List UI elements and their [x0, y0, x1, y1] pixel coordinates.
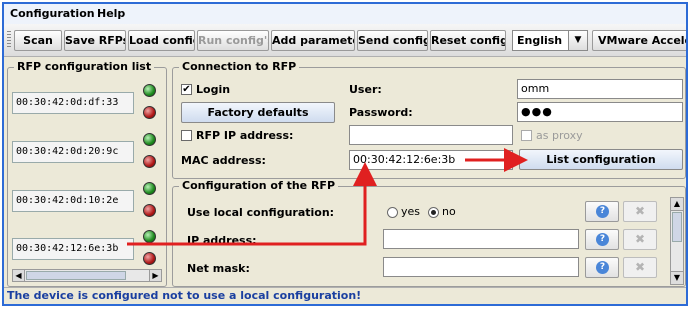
rfp-mac[interactable]: 00:30:42:0d:10:2e [12, 190, 134, 212]
toolbar-grip[interactable] [7, 31, 11, 49]
rfp-list-item[interactable]: 00:30:42:0d:10:2e [12, 178, 162, 224]
rfp-ip-checkbox[interactable] [181, 130, 192, 141]
rfp-list-item[interactable]: 00:30:42:0d:df:33 [12, 80, 162, 126]
rfp-list-horizontal-scrollbar[interactable]: ◀ ▶ [12, 269, 162, 282]
factory-defaults-button[interactable]: Factory defaults [181, 102, 335, 123]
ip-address-field[interactable] [383, 229, 579, 249]
help-button[interactable]: ? [585, 257, 619, 278]
delete-x-icon: ✖ [634, 204, 646, 218]
green-led-icon [143, 182, 156, 195]
user-field[interactable]: omm [517, 79, 683, 99]
red-led-icon [143, 106, 156, 119]
delete-x-icon: ✖ [634, 232, 646, 246]
as-proxy-checkbox[interactable] [521, 130, 532, 141]
language-select[interactable]: English ▼ [512, 30, 588, 51]
vmware-accelerate-button[interactable]: VMware Accelerate [592, 30, 686, 51]
green-led-icon [143, 84, 156, 97]
mac-address-label: MAC address: [181, 154, 266, 167]
question-icon: ? [596, 261, 609, 274]
user-label: User: [349, 83, 382, 96]
green-led-icon [143, 133, 156, 146]
menu-configuration[interactable]: Configuration [10, 7, 95, 20]
scrollbar-thumb[interactable] [26, 271, 126, 280]
rfp-config-title: Configuration of the RFP [179, 179, 339, 193]
list-configuration-button[interactable]: List configuration [519, 149, 683, 170]
no-label: no [442, 205, 456, 218]
local-config-yes-radio[interactable] [387, 207, 398, 218]
reset-config-button[interactable]: Reset config. [430, 30, 506, 51]
red-led-icon [143, 155, 156, 168]
net-mask-field[interactable] [383, 257, 579, 277]
delete-x-icon: ✖ [634, 260, 646, 274]
status-bar: The device is configured not to use a lo… [4, 287, 686, 304]
rfp-list-item[interactable]: 00:30:42:12:6e:3b [12, 226, 162, 272]
delete-button[interactable]: ✖ [623, 257, 657, 278]
rfp-mac[interactable]: 00:30:42:0d:df:33 [12, 92, 134, 114]
ip-address-label: IP address: [187, 234, 257, 247]
scan-button[interactable]: Scan [14, 30, 62, 51]
send-config-button[interactable]: Send config. [357, 30, 428, 51]
login-label: Login [196, 83, 231, 96]
chevron-right-icon[interactable]: ▶ [149, 270, 161, 281]
chevron-down-icon[interactable]: ▼ [671, 271, 683, 284]
save-rfps-button[interactable]: Save RFPs [64, 30, 126, 51]
rfp-ip-field[interactable] [349, 125, 513, 145]
language-value: English [517, 34, 563, 47]
net-mask-label: Net mask: [187, 262, 250, 275]
rfp-configuration-list: RFP configuration list 00:30:42:0d:df:33… [7, 60, 167, 287]
password-field[interactable]: ●●● [517, 102, 683, 122]
connection-to-rfp-group: Connection to RFP ✔ Login User: omm Fact… [172, 60, 686, 179]
as-proxy-label: as proxy [536, 129, 583, 142]
red-led-icon [143, 252, 156, 265]
question-icon: ? [596, 233, 609, 246]
red-led-icon [143, 204, 156, 217]
menu-help[interactable]: Help [97, 7, 125, 20]
chevron-up-icon[interactable]: ▲ [671, 198, 683, 211]
delete-button[interactable]: ✖ [623, 229, 657, 250]
mac-address-field[interactable]: 00:30:42:12:6e:3b [349, 150, 513, 170]
configuration-of-rfp-group: Configuration of the RFP Use local confi… [172, 179, 686, 287]
application-window: Configuration Help Scan Save RFPs Load c… [2, 2, 688, 306]
delete-button[interactable]: ✖ [623, 201, 657, 222]
use-local-config-label: Use local configuration: [187, 206, 335, 219]
config-vertical-scrollbar[interactable]: ▲ ▼ [670, 197, 684, 285]
scrollbar-thumb[interactable] [672, 212, 682, 242]
rfp-mac[interactable]: 00:30:42:12:6e:3b [12, 238, 134, 260]
rfp-list-title: RFP configuration list [14, 60, 155, 74]
login-checkbox[interactable]: ✔ [181, 84, 192, 95]
yes-label: yes [401, 205, 421, 218]
connection-title: Connection to RFP [179, 60, 300, 74]
run-configs-button[interactable]: Run config's [197, 30, 269, 51]
chevron-down-icon[interactable]: ▼ [568, 31, 587, 50]
rfp-ip-label: RFP IP address: [196, 129, 294, 142]
question-icon: ? [596, 205, 609, 218]
rfp-mac[interactable]: 00:30:42:0d:20:9c [12, 141, 134, 163]
green-led-icon [143, 230, 156, 243]
toolbar: Scan Save RFPs Load config Run config's … [4, 24, 686, 57]
load-config-button[interactable]: Load config [128, 30, 195, 51]
add-parameter-button[interactable]: Add parameter [271, 30, 355, 51]
chevron-left-icon[interactable]: ◀ [13, 270, 25, 281]
help-button[interactable]: ? [585, 201, 619, 222]
help-button[interactable]: ? [585, 229, 619, 250]
local-config-no-radio[interactable] [428, 207, 439, 218]
rfp-list-item[interactable]: 00:30:42:0d:20:9c [12, 129, 162, 175]
menu-bar: Configuration Help [4, 4, 686, 25]
password-label: Password: [349, 106, 413, 119]
